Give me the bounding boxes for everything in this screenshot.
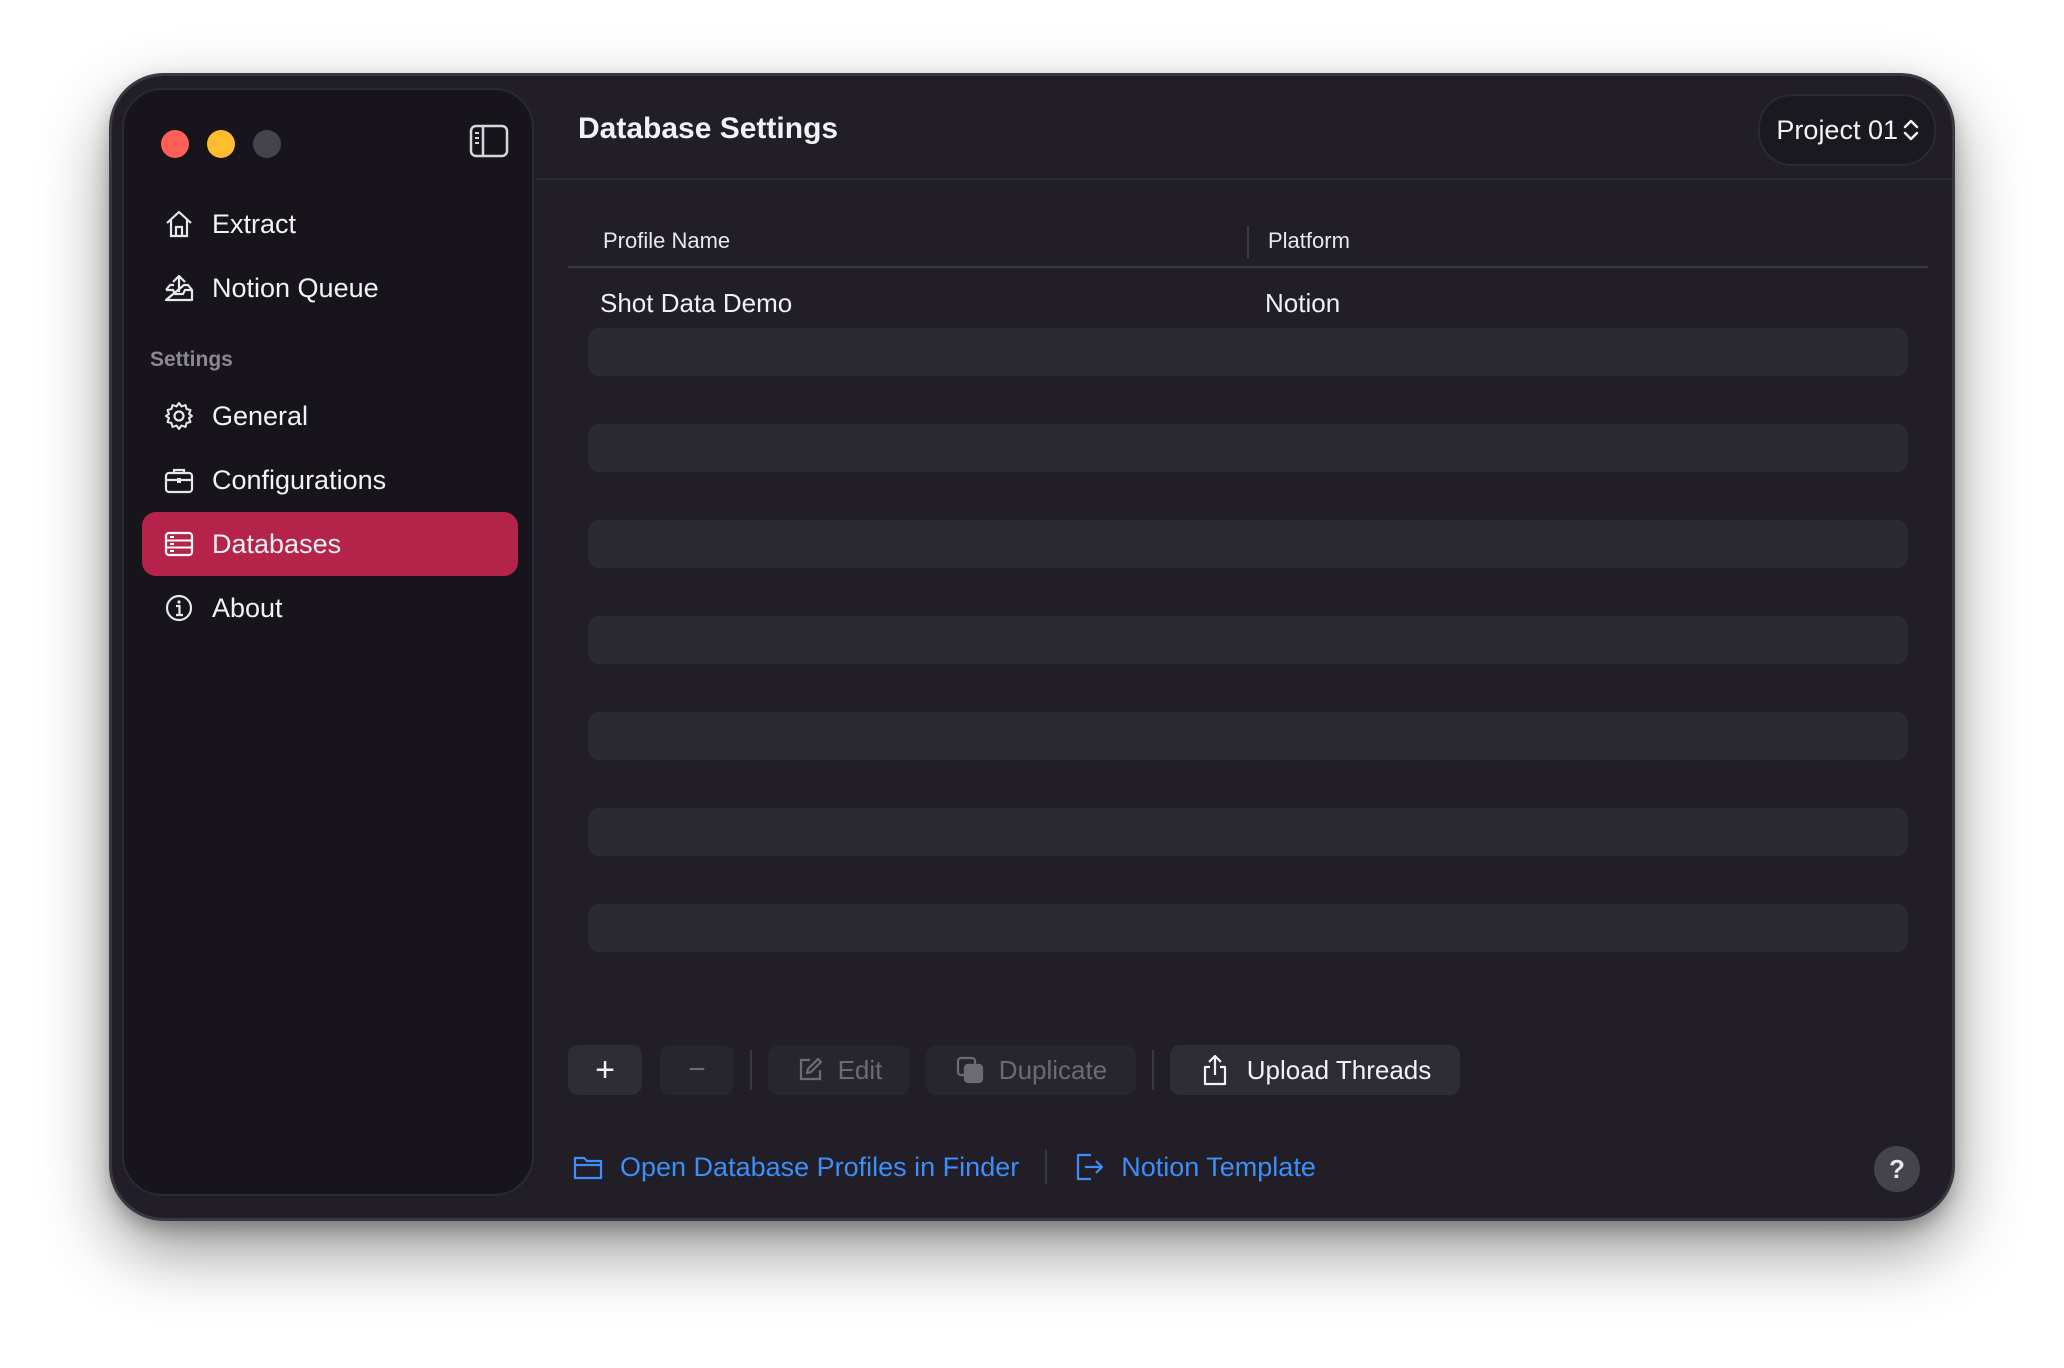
empty-table-row [588,424,1908,472]
remove-profile-button[interactable]: − [660,1045,734,1095]
empty-table-row [588,808,1908,856]
table-header: Profile Name Platform [568,218,1928,268]
briefcase-icon [162,463,196,497]
project-selector-value: Project 01 [1776,114,1898,145]
open-in-finder-link[interactable]: Open Database Profiles in Finder [572,1152,1019,1183]
house-icon [162,207,196,241]
table-row[interactable]: Shot Data Demo Notion [588,280,1908,328]
share-upload-icon [1199,1053,1231,1087]
edit-button[interactable]: Edit [768,1045,910,1095]
upload-threads-button[interactable]: Upload Threads [1170,1045,1460,1095]
empty-table-row [588,712,1908,760]
app-window: Extract Notion Queue Settings General Co… [112,76,1952,1218]
profile-name-cell: Shot Data Demo [600,288,793,318]
header-divider [536,178,1952,180]
close-window-button[interactable] [161,130,189,158]
sidebar-item-label: About [212,592,283,623]
profiles-table: Profile Name Platform Shot Data Demo Not… [568,218,1928,958]
column-header-platform[interactable]: Platform [1268,228,1350,254]
notion-template-label: Notion Template [1121,1151,1316,1182]
edit-icon [796,1056,824,1084]
settings-section-label: Settings [150,348,233,371]
footer-links: Open Database Profiles in Finder Notion … [572,1150,1316,1184]
empty-table-row [588,328,1908,376]
zoom-window-button[interactable] [253,130,281,158]
empty-table-row [588,904,1908,952]
table-toolbar: + − Edit Duplicate Upload Threads [568,1044,1460,1096]
open-in-finder-label: Open Database Profiles in Finder [620,1151,1020,1182]
empty-table-row [588,616,1908,664]
duplicate-icon [955,1055,985,1085]
notion-template-link[interactable]: Notion Template [1073,1151,1316,1183]
help-button[interactable]: ? [1874,1146,1920,1192]
sidebar-item-notion-queue[interactable]: Notion Queue [142,256,518,320]
add-profile-button[interactable]: + [568,1045,642,1095]
sidebar-item-databases[interactable]: Databases [142,512,518,576]
window-controls [161,130,281,158]
toolbar-divider [1152,1050,1154,1090]
sidebar-item-extract[interactable]: Extract [142,192,518,256]
column-header-profile-name[interactable]: Profile Name [603,228,730,254]
main-panel: Database Settings Project 01 Profile Nam… [536,76,1952,1218]
sidebar-item-label: Configurations [212,464,387,495]
empty-table-row [588,520,1908,568]
folder-icon [572,1153,604,1181]
info-icon [162,591,196,625]
database-icon [162,527,196,561]
tray-upload-icon [162,271,196,305]
sidebar-item-about[interactable]: About [142,576,518,640]
sidebar-item-label: General [212,400,309,431]
sidebar-item-label: Notion Queue [212,272,379,303]
plus-icon: + [595,1050,615,1089]
duplicate-button-label: Duplicate [998,1054,1108,1085]
duplicate-button[interactable]: Duplicate [926,1045,1136,1095]
sidebar-item-configurations[interactable]: Configurations [142,448,518,512]
minimize-window-button[interactable] [207,130,235,158]
minus-icon: − [688,1053,706,1086]
upload-threads-label: Upload Threads [1246,1054,1432,1085]
project-selector[interactable]: Project 01 [1758,94,1936,166]
sidebar-item-label: Extract [212,208,297,239]
chevron-up-down-icon [1902,117,1920,143]
column-divider[interactable] [1247,226,1249,258]
footer-divider [1045,1150,1048,1184]
platform-cell: Notion [1265,288,1341,318]
sidebar-item-general[interactable]: General [142,384,518,448]
toolbar-divider [750,1050,752,1090]
page-title: Database Settings [578,112,839,145]
edit-button-label: Edit [837,1054,883,1085]
sidebar-toggle-icon[interactable] [469,124,509,158]
external-link-icon [1073,1151,1105,1183]
sidebar-item-label: Databases [212,528,342,559]
sidebar: Extract Notion Queue Settings General Co… [122,88,534,1196]
question-mark-icon: ? [1889,1153,1905,1184]
gear-icon [162,399,196,433]
